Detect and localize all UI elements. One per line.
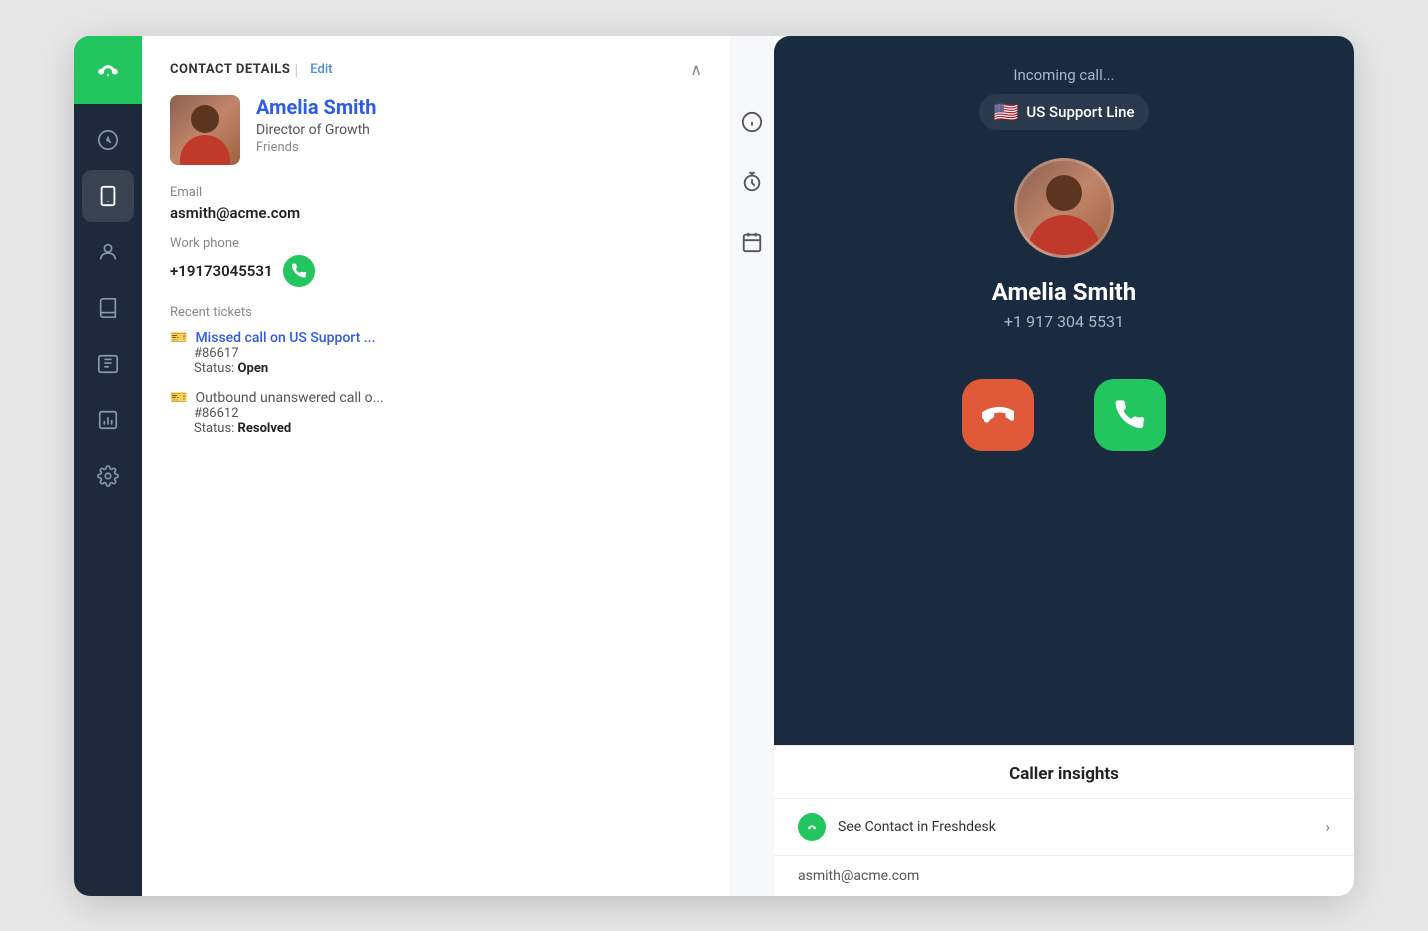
ticket-1-status: Status: Open xyxy=(194,361,702,376)
flag-emoji: 🇺🇸 xyxy=(993,100,1018,124)
sidebar-nav xyxy=(74,104,142,502)
incoming-label: Incoming call... xyxy=(1013,66,1114,84)
ticket-icon-2: 🎫 xyxy=(170,390,187,406)
caller-avatar xyxy=(1014,158,1114,258)
work-phone-label: Work phone xyxy=(170,236,702,251)
main-panel: CONTACT DETAILS | Edit ∧ Amelia Smith Di… xyxy=(142,36,730,896)
edit-button[interactable]: Edit xyxy=(310,62,332,77)
right-icons-column xyxy=(730,36,774,896)
contact-details-panel: CONTACT DETAILS | Edit ∧ Amelia Smith Di… xyxy=(142,36,730,896)
contact-name-block: Amelia Smith Director of Growth Friends xyxy=(256,95,376,155)
work-phone-row: +19173045531 xyxy=(170,255,702,287)
ticket-1-title-row: 🎫 Missed call on US Support ... xyxy=(170,330,702,346)
contact-info: Amelia Smith Director of Growth Friends xyxy=(170,95,702,165)
header-divider: | xyxy=(294,60,298,79)
call-button[interactable] xyxy=(283,255,315,287)
ticket-item-1: 🎫 Missed call on US Support ... #86617 S… xyxy=(170,330,702,376)
sidebar-item-tickets[interactable] xyxy=(82,338,134,390)
info-icon[interactable] xyxy=(736,106,768,138)
sidebar-item-settings[interactable] xyxy=(82,450,134,502)
avatar-image xyxy=(170,95,240,165)
ticket-2-id: #86612 xyxy=(194,406,702,421)
caller-name: Amelia Smith xyxy=(992,278,1137,306)
sidebar-logo xyxy=(74,36,142,104)
sidebar-item-phone[interactable] xyxy=(82,170,134,222)
freshdesk-icon xyxy=(798,813,826,841)
call-actions xyxy=(962,379,1166,451)
calendar-icon[interactable] xyxy=(736,226,768,258)
ticket-1-id: #86617 xyxy=(194,346,702,361)
ticket-item-2: 🎫 Outbound unanswered call o... #86612 S… xyxy=(170,390,702,436)
contact-email: asmith@acme.com xyxy=(170,204,702,222)
recent-tickets-label: Recent tickets xyxy=(170,305,702,320)
sidebar-item-reports[interactable] xyxy=(82,394,134,446)
ticket-1-title[interactable]: Missed call on US Support ... xyxy=(195,330,375,346)
ticket-2-title: Outbound unanswered call o... xyxy=(195,390,383,406)
call-panel: Incoming call... 🇺🇸 US Support Line Amel… xyxy=(774,36,1354,896)
contact-avatar xyxy=(170,95,240,165)
see-contact-row[interactable]: See Contact in Freshdesk › xyxy=(774,799,1354,856)
accept-button[interactable] xyxy=(1094,379,1166,451)
line-badge: 🇺🇸 US Support Line xyxy=(979,94,1148,130)
contact-tag: Friends xyxy=(256,140,376,155)
email-label: Email xyxy=(170,185,702,200)
caller-insights-panel: Caller insights See Contact in Freshdesk… xyxy=(774,745,1354,896)
contact-details-header: CONTACT DETAILS | Edit ∧ xyxy=(170,60,702,79)
sidebar-item-dashboard[interactable] xyxy=(82,114,134,166)
sidebar-item-knowledge[interactable] xyxy=(82,282,134,334)
contact-name[interactable]: Amelia Smith xyxy=(256,95,376,119)
caller-insights-title: Caller insights xyxy=(774,746,1354,799)
ticket-2-title-row: 🎫 Outbound unanswered call o... xyxy=(170,390,702,406)
line-name: US Support Line xyxy=(1026,103,1134,121)
caller-phone: +1 917 304 5531 xyxy=(1004,312,1124,331)
contact-role: Director of Growth xyxy=(256,122,376,138)
sidebar xyxy=(74,36,142,896)
work-phone-value: +19173045531 xyxy=(170,262,273,280)
ticket-icon: 🎫 xyxy=(170,330,187,346)
see-contact-chevron: › xyxy=(1325,817,1330,836)
contact-details-title: CONTACT DETAILS xyxy=(170,62,290,77)
decline-button[interactable] xyxy=(962,379,1034,451)
sidebar-item-contacts[interactable] xyxy=(82,226,134,278)
call-panel-incoming: Incoming call... 🇺🇸 US Support Line Amel… xyxy=(774,36,1354,745)
insights-email: asmith@acme.com xyxy=(774,856,1354,896)
collapse-button[interactable]: ∧ xyxy=(690,60,702,79)
see-contact-label: See Contact in Freshdesk xyxy=(838,819,1313,835)
timer-icon[interactable] xyxy=(736,166,768,198)
ticket-2-status: Status: Resolved xyxy=(194,421,702,436)
